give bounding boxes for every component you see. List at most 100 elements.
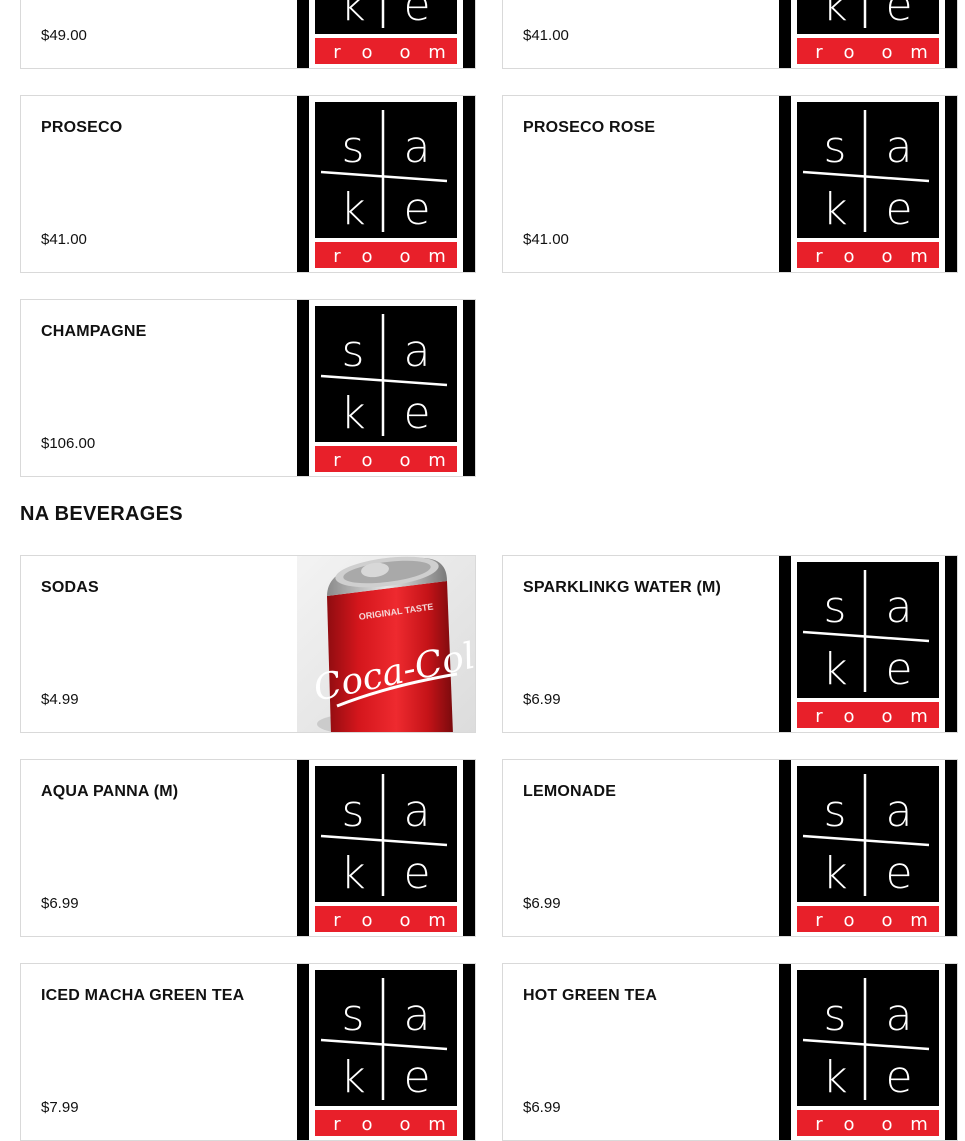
- svg-text:m: m: [910, 910, 928, 931]
- svg-text:a: a: [404, 786, 431, 837]
- sake-room-logo-graphic: s a k e r o o m: [779, 556, 957, 732]
- item-name: PROSECO ROSE: [523, 119, 656, 136]
- sake-room-logo: s a k e r o o m: [297, 760, 475, 936]
- svg-text:s: s: [342, 122, 365, 173]
- menu-item-card[interactable]: SPARKLINKG WATER (M) $6.99 s a k e r o o…: [502, 555, 958, 733]
- item-price: $6.99: [41, 895, 79, 912]
- svg-text:r: r: [815, 246, 823, 267]
- sake-room-logo-graphic: s a k e r o o m: [297, 760, 475, 936]
- svg-text:o: o: [361, 450, 372, 471]
- svg-text:o: o: [881, 706, 892, 727]
- svg-text:r: r: [815, 42, 823, 63]
- svg-text:o: o: [399, 910, 410, 931]
- svg-text:r: r: [333, 1114, 341, 1135]
- sake-room-logo: s a k e r o o m: [779, 96, 957, 272]
- sake-room-logo-graphic: s a k e r o o m: [297, 300, 475, 476]
- menu-item-card[interactable]: AQUA PANNA (M) $6.99 s a k e r o o m: [20, 759, 476, 937]
- menu-item-card[interactable]: $49.00 s a k e r o o m: [20, 0, 476, 69]
- svg-text:k: k: [340, 184, 365, 235]
- sake-room-logo-graphic: s a k e r o o m: [779, 96, 957, 272]
- svg-text:r: r: [333, 450, 341, 471]
- item-price: $41.00: [523, 231, 569, 248]
- svg-text:r: r: [815, 706, 823, 727]
- svg-text:o: o: [843, 910, 854, 931]
- item-name: SPARKLINKG WATER (M): [523, 579, 722, 596]
- svg-text:s: s: [342, 786, 365, 837]
- sake-room-logo: s a k e r o o m: [297, 300, 475, 476]
- item-name: CHAMPAGNE: [41, 323, 147, 340]
- svg-text:e: e: [403, 1052, 430, 1103]
- svg-text:o: o: [881, 910, 892, 931]
- svg-text:s: s: [342, 990, 365, 1041]
- menu-item-card[interactable]: SODAS $4.99 ORIGINAL TASTE Coca-Cola: [20, 555, 476, 733]
- sake-room-logo: s a k e r o o m: [779, 556, 957, 732]
- svg-text:m: m: [428, 1114, 446, 1135]
- menu-item-card[interactable]: LEMONADE $6.99 s a k e r o o m: [502, 759, 958, 937]
- sake-room-logo: s a k e r o o m: [779, 760, 957, 936]
- svg-text:k: k: [340, 0, 365, 31]
- svg-text:m: m: [910, 706, 928, 727]
- item-name: SODAS: [41, 579, 99, 596]
- svg-text:o: o: [399, 1114, 410, 1135]
- svg-text:k: k: [340, 848, 365, 899]
- item-price: $4.99: [41, 691, 79, 708]
- svg-text:a: a: [886, 786, 913, 837]
- item-price: $6.99: [523, 895, 561, 912]
- sake-room-logo-graphic: s a k e r o o m: [297, 96, 475, 272]
- svg-text:o: o: [843, 246, 854, 267]
- menu-item-card[interactable]: ICED MACHA GREEN TEA $7.99 s a k e r o o…: [20, 963, 476, 1141]
- menu-item-card[interactable]: CHAMPAGNE $106.00 s a k e r o o m: [20, 299, 476, 477]
- item-name: PROSECO: [41, 119, 123, 136]
- svg-text:s: s: [824, 582, 847, 633]
- sake-room-logo: s a k e r o o m: [297, 964, 475, 1140]
- menu-item-card[interactable]: PROSECO $41.00 s a k e r o o m: [20, 95, 476, 273]
- item-price: $7.99: [41, 1099, 79, 1116]
- sake-room-logo-graphic: s a k e r o o m: [297, 964, 475, 1140]
- item-price: $41.00: [523, 27, 569, 44]
- item-price: $106.00: [41, 435, 96, 452]
- svg-text:a: a: [886, 582, 913, 633]
- svg-text:k: k: [340, 388, 365, 439]
- svg-text:o: o: [399, 450, 410, 471]
- svg-text:e: e: [885, 1052, 912, 1103]
- sake-room-logo: s a k e r o o m: [779, 964, 957, 1140]
- svg-text:o: o: [361, 1114, 372, 1135]
- section-title-na-beverages: NA BEVERAGES: [20, 503, 183, 525]
- item-name: AQUA PANNA (M): [41, 783, 179, 800]
- svg-text:s: s: [342, 326, 365, 377]
- svg-text:a: a: [886, 990, 913, 1041]
- menu-item-card[interactable]: PROSECO ROSE $41.00 s a k e r o o m: [502, 95, 958, 273]
- coca-cola-can-image: ORIGINAL TASTE Coca-Cola: [297, 556, 475, 732]
- svg-text:o: o: [361, 910, 372, 931]
- svg-text:e: e: [885, 848, 912, 899]
- svg-text:m: m: [428, 450, 446, 471]
- svg-text:a: a: [404, 326, 431, 377]
- item-name: HOT GREEN TEA: [523, 987, 658, 1004]
- svg-text:m: m: [910, 1114, 928, 1135]
- svg-text:o: o: [843, 1114, 854, 1135]
- svg-text:m: m: [910, 42, 928, 63]
- sake-room-logo-graphic: s a k e r o o m: [779, 0, 957, 68]
- svg-text:k: k: [822, 184, 847, 235]
- sake-room-logo-graphic: s a k e r o o m: [779, 964, 957, 1140]
- item-name: LEMONADE: [523, 783, 617, 800]
- svg-text:o: o: [881, 1114, 892, 1135]
- svg-text:k: k: [822, 848, 847, 899]
- item-price: $49.00: [41, 27, 87, 44]
- item-price: $41.00: [41, 231, 87, 248]
- svg-text:r: r: [333, 910, 341, 931]
- svg-text:a: a: [886, 122, 913, 173]
- item-price: $6.99: [523, 1099, 561, 1116]
- item-name: ICED MACHA GREEN TEA: [41, 987, 245, 1004]
- svg-text:o: o: [361, 42, 372, 63]
- svg-text:e: e: [403, 388, 430, 439]
- svg-text:e: e: [403, 184, 430, 235]
- svg-text:r: r: [333, 42, 341, 63]
- svg-text:k: k: [822, 644, 847, 695]
- svg-text:m: m: [910, 246, 928, 267]
- menu-item-card[interactable]: HOT GREEN TEA $6.99 s a k e r o o m: [502, 963, 958, 1141]
- menu-item-card[interactable]: $41.00 s a k e r o o m: [502, 0, 958, 69]
- svg-text:r: r: [815, 1114, 823, 1135]
- svg-text:r: r: [333, 246, 341, 267]
- svg-text:e: e: [403, 0, 430, 31]
